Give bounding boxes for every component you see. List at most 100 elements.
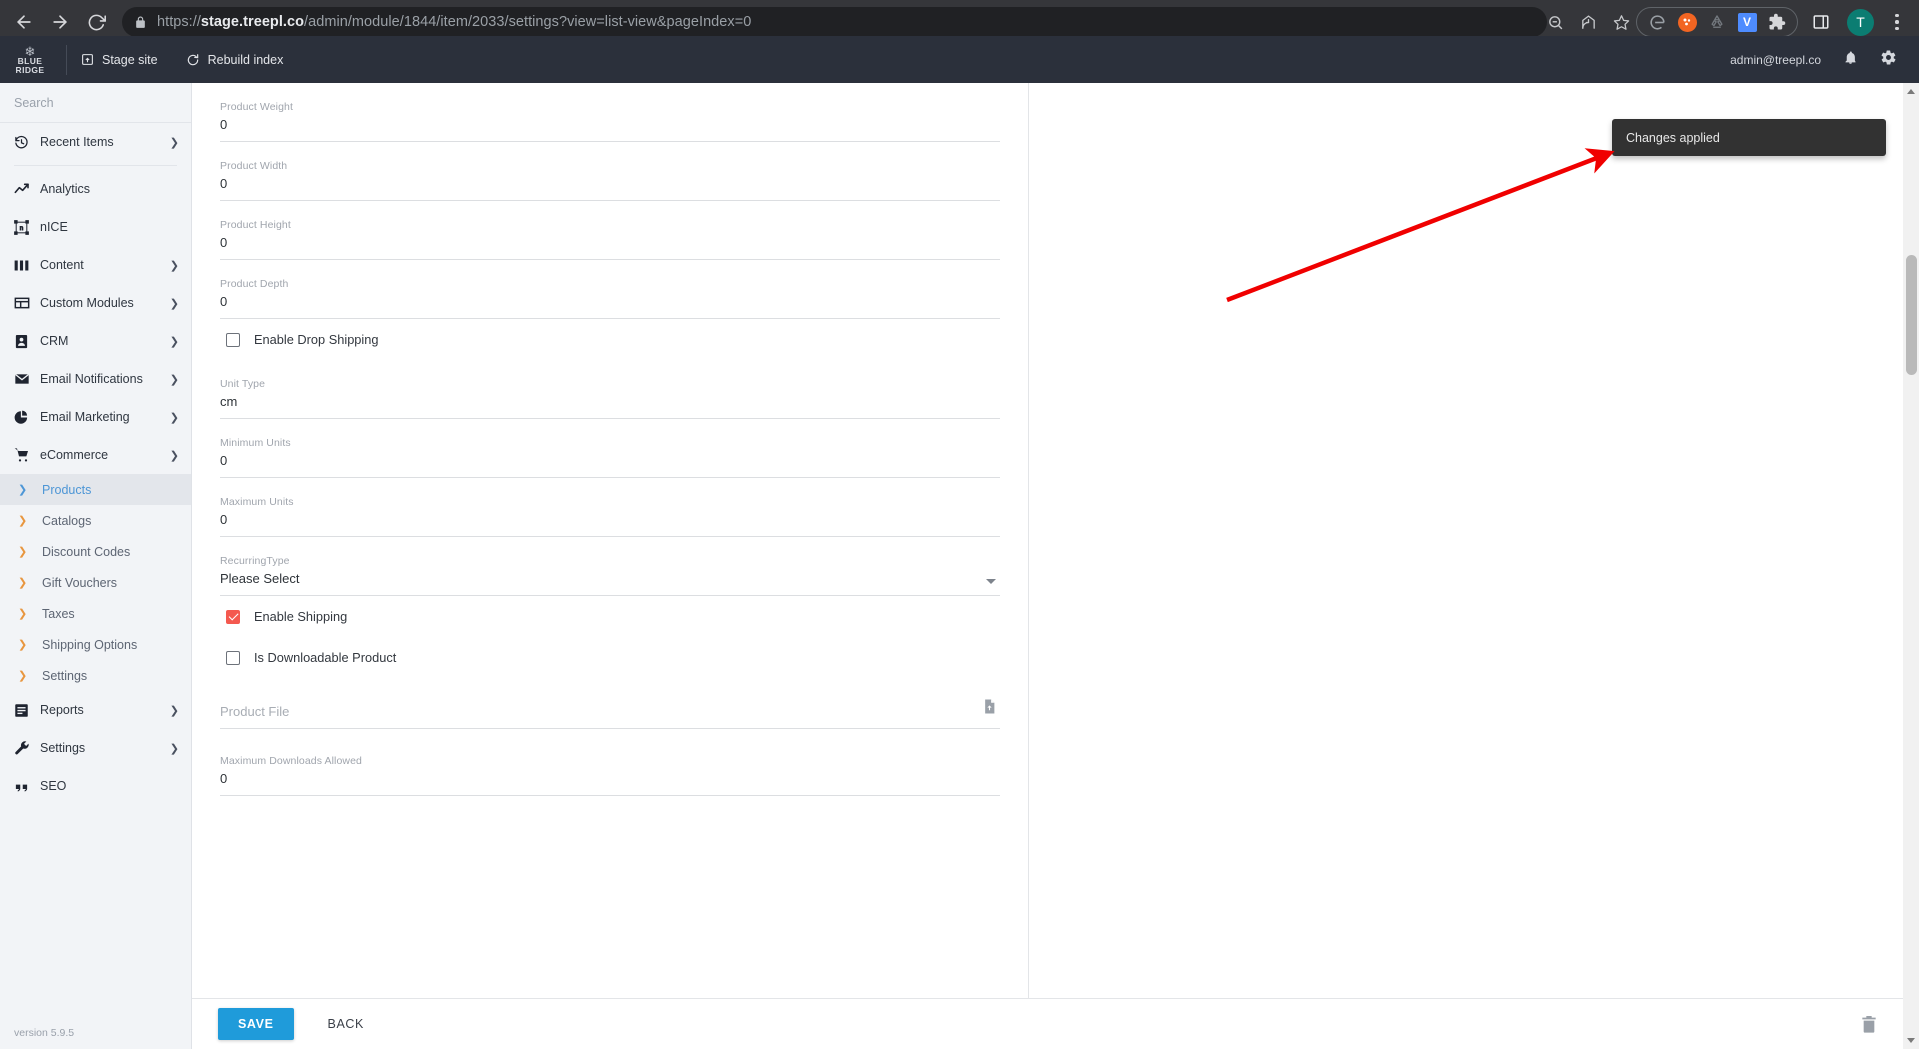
sidebar-item-custom-modules[interactable]: Custom Modules ❯	[0, 284, 191, 322]
stage-site-button[interactable]: Stage site	[81, 53, 158, 67]
envelope-icon	[14, 371, 40, 387]
logo-line-2: RIDGE	[15, 64, 45, 75]
profile-avatar[interactable]: T	[1847, 8, 1874, 36]
page-scrollbar[interactable]	[1903, 83, 1919, 1049]
omnibox-right-icons	[1547, 14, 1630, 31]
recurring-type-select[interactable]: Please Select	[220, 571, 1000, 596]
field-maximum-units[interactable]: Maximum Units 0	[220, 478, 1000, 537]
product-weight-input[interactable]: 0	[220, 117, 1000, 142]
sidebar-item-seo[interactable]: SEO	[0, 767, 191, 805]
orange-extension-icon[interactable]	[1677, 12, 1697, 32]
sidebar-item-content[interactable]: Content ❯	[0, 246, 191, 284]
sidebar-subitem-label: Products	[42, 482, 92, 497]
enable-shipping-row[interactable]: Enable Shipping	[220, 596, 1000, 637]
sidebar-item-label: Reports	[40, 703, 84, 717]
unit-type-input[interactable]: cm	[220, 394, 1000, 419]
field-unit-type[interactable]: Unit Type cm	[220, 360, 1000, 419]
enable-shipping-checkbox[interactable]	[226, 609, 240, 624]
enable-drop-shipping-checkbox[interactable]	[226, 332, 240, 347]
browser-nav-buttons	[6, 4, 114, 40]
sidebar-item-recent-items[interactable]: Recent Items ❯	[0, 123, 191, 161]
reload-icon[interactable]	[78, 4, 114, 40]
enable-drop-shipping-row[interactable]: Enable Drop Shipping	[220, 319, 1000, 360]
sidebar-item-ecommerce[interactable]: eCommerce ❯	[0, 436, 191, 474]
puzzle-extensions-icon[interactable]	[1767, 12, 1787, 32]
app-header-right: admin@treepl.co	[1730, 49, 1919, 71]
field-product-weight[interactable]: Product Weight 0	[220, 83, 1000, 142]
side-panel-icon[interactable]	[1804, 5, 1838, 39]
sidebar-divider	[14, 165, 177, 166]
maximum-downloads-input[interactable]: 0	[220, 771, 1000, 796]
field-minimum-units[interactable]: Minimum Units 0	[220, 419, 1000, 478]
chevron-right-icon: ❯	[169, 704, 179, 717]
search-input[interactable]	[14, 95, 177, 110]
field-product-file[interactable]: Product File	[220, 678, 1000, 729]
chevron-right-icon: ❯	[18, 577, 28, 589]
field-label: Product Width	[220, 160, 288, 172]
scroll-up-arrow-icon[interactable]	[1907, 89, 1915, 94]
field-recurring-type[interactable]: RecurringType Please Select	[220, 537, 1000, 596]
kebab-menu-icon[interactable]	[1883, 5, 1911, 39]
product-width-input[interactable]: 0	[220, 176, 1000, 201]
sidebar-item-analytics[interactable]: Analytics	[0, 170, 191, 208]
sidebar-item-products[interactable]: ❯ Products	[0, 474, 191, 505]
sidebar-item-settings[interactable]: Settings ❯	[0, 729, 191, 767]
sidebar-item-email-marketing[interactable]: Email Marketing ❯	[0, 398, 191, 436]
file-upload-icon[interactable]	[983, 699, 996, 719]
field-product-width[interactable]: Product Width 0	[220, 142, 1000, 201]
scrollbar-thumb[interactable]	[1905, 255, 1917, 375]
sidebar-item-reports[interactable]: Reports ❯	[0, 691, 191, 729]
account-email[interactable]: admin@treepl.co	[1730, 53, 1821, 67]
field-product-height[interactable]: Product Height 0	[220, 201, 1000, 260]
sidebar-subitem-label: Taxes	[42, 606, 75, 621]
field-product-depth[interactable]: Product Depth 0	[220, 260, 1000, 319]
crm-contact-icon	[14, 334, 40, 349]
product-depth-input[interactable]: 0	[220, 294, 1000, 319]
zoom-out-icon[interactable]	[1547, 14, 1564, 31]
is-downloadable-product-checkbox[interactable]	[226, 650, 240, 665]
trash-icon[interactable]	[1861, 1015, 1877, 1033]
star-icon[interactable]	[1613, 14, 1630, 31]
field-label: Unit Type	[220, 378, 266, 390]
rebuild-index-button[interactable]: Rebuild index	[186, 53, 283, 67]
scroll-down-arrow-icon[interactable]	[1907, 1038, 1915, 1043]
back-button[interactable]: BACK	[316, 1008, 376, 1040]
share-icon[interactable]	[1580, 14, 1597, 31]
sidebar-item-label: eCommerce	[40, 448, 109, 462]
recycle-extension-icon[interactable]	[1707, 12, 1727, 32]
forward-arrow-icon[interactable]	[42, 4, 78, 40]
edge-copilot-icon[interactable]	[1647, 12, 1667, 32]
chevron-right-icon: ❯	[169, 335, 179, 348]
sidebar-item-discount-codes[interactable]: ❯ Discount Codes	[0, 536, 191, 567]
sidebar-subitem-label: Gift Vouchers	[42, 575, 118, 590]
enable-drop-shipping-label: Enable Drop Shipping	[254, 332, 379, 347]
v-extension-icon[interactable]: V	[1737, 12, 1757, 32]
sidebar-item-catalogs[interactable]: ❯ Catalogs	[0, 505, 191, 536]
field-maximum-downloads-allowed[interactable]: Maximum Downloads Allowed 0	[220, 729, 1000, 796]
sidebar-item-crm[interactable]: CRM ❯	[0, 322, 191, 360]
gear-icon[interactable]	[1880, 49, 1897, 71]
is-downloadable-product-row[interactable]: Is Downloadable Product	[220, 637, 1000, 678]
address-bar[interactable]: https://stage.treepl.co/admin/module/184…	[122, 7, 1547, 37]
chevron-down-icon	[986, 579, 996, 584]
sidebar-item-nice[interactable]: n nICE	[0, 208, 191, 246]
is-downloadable-product-label: Is Downloadable Product	[254, 650, 397, 665]
nice-icon: n	[14, 219, 40, 235]
sidebar-item-email-notifications[interactable]: Email Notifications ❯	[0, 360, 191, 398]
sidebar-search[interactable]	[0, 83, 191, 123]
product-file-input[interactable]: Product File	[220, 704, 1000, 729]
sidebar-item-gift-vouchers[interactable]: ❯ Gift Vouchers	[0, 567, 191, 598]
sidebar-item-taxes[interactable]: ❯ Taxes	[0, 598, 191, 629]
save-button[interactable]: SAVE	[218, 1008, 294, 1040]
back-arrow-icon[interactable]	[6, 4, 42, 40]
sidebar-item-label: Settings	[40, 741, 86, 755]
blue-ridge-logo[interactable]: ❄ BLUE RIDGE	[0, 36, 60, 83]
sidebar-item-label: Content	[40, 258, 84, 272]
sidebar-item-label: Custom Modules	[40, 296, 134, 310]
sidebar-item-shipping-options[interactable]: ❯ Shipping Options	[0, 629, 191, 660]
sidebar-item-ecommerce-settings[interactable]: ❯ Settings	[0, 660, 191, 691]
product-height-input[interactable]: 0	[220, 235, 1000, 260]
maximum-units-input[interactable]: 0	[220, 512, 1000, 537]
minimum-units-input[interactable]: 0	[220, 453, 1000, 478]
bell-icon[interactable]	[1843, 50, 1858, 70]
